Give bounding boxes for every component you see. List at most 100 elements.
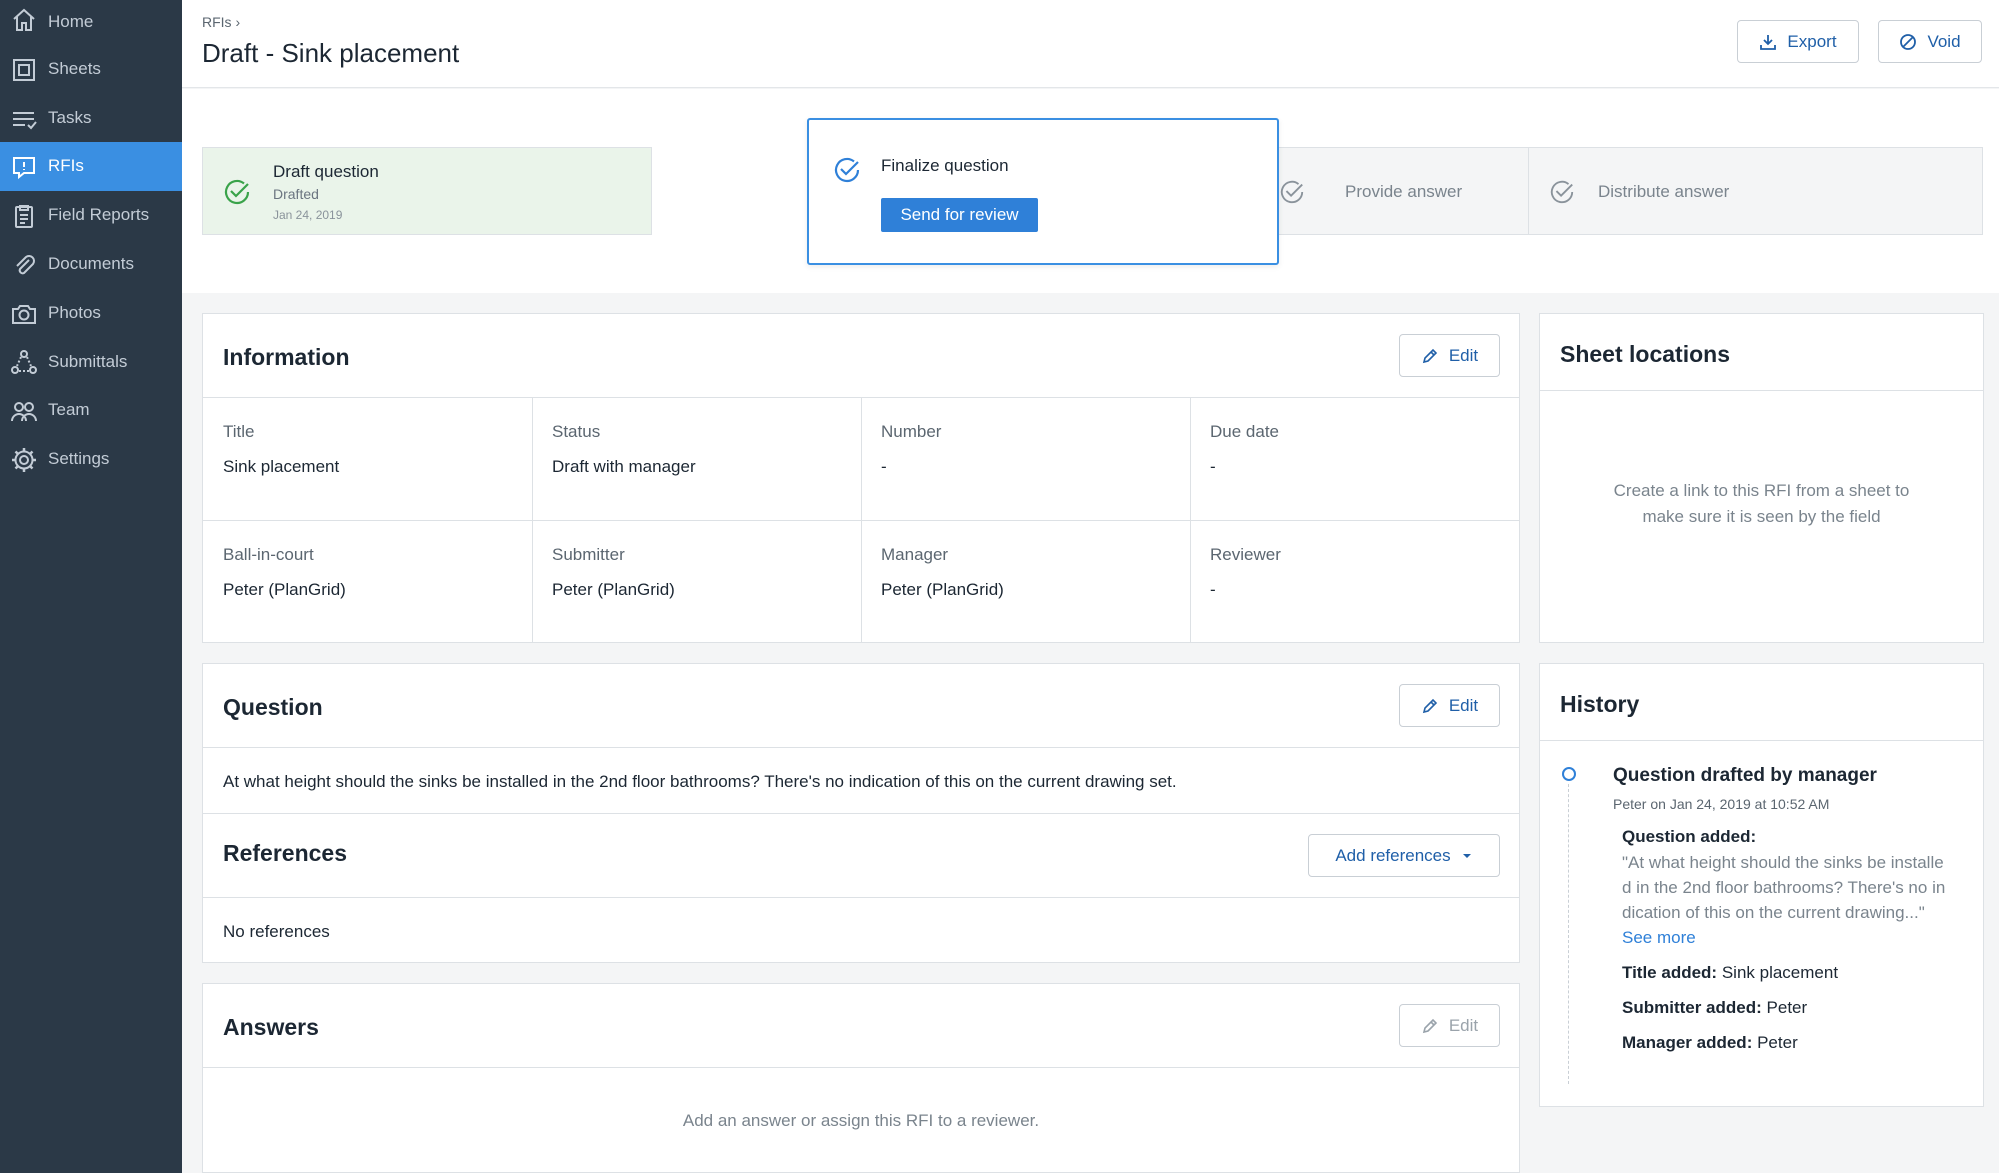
history-value: Sink placement	[1721, 963, 1839, 982]
export-label: Export	[1787, 31, 1837, 51]
card-title: Information	[223, 344, 350, 370]
step-status: Drafted	[273, 186, 319, 202]
pencil-icon	[1422, 1018, 1437, 1033]
edit-question-button[interactable]: Edit	[1399, 684, 1500, 727]
edit-label: Edit	[1448, 695, 1479, 715]
see-more-link[interactable]: See more	[1622, 928, 1696, 948]
history-manager-added: Manager added: Peter	[1622, 1033, 1798, 1053]
step-title: Distribute answer	[1598, 182, 1730, 201]
export-button[interactable]: Export	[1737, 20, 1859, 63]
sidebar-item-label: Sheets	[48, 59, 101, 78]
timeline-dot	[1562, 767, 1576, 781]
gear-icon	[12, 448, 36, 472]
sidebar-item-photos[interactable]: Photos	[0, 289, 182, 338]
sidebar-item-team[interactable]: Team	[0, 386, 182, 435]
camera-icon	[12, 305, 36, 324]
field-value-reviewer: -	[1210, 580, 1216, 599]
sidebar-item-home[interactable]: Home	[0, 0, 182, 42]
edit-label: Edit	[1448, 345, 1479, 365]
main-content: RFIs › Draft - Sink placement Export Voi…	[182, 0, 1999, 1173]
history-label: Submitter added:	[1622, 998, 1762, 1017]
sidebar-item-sheets[interactable]: Sheets	[0, 45, 182, 94]
download-icon	[1760, 34, 1777, 50]
edit-information-button[interactable]: Edit	[1399, 334, 1500, 377]
history-question-added-label: Question added:	[1622, 827, 1757, 846]
field-value-manager: Peter (PlanGrid)	[881, 580, 1004, 599]
breadcrumb[interactable]: RFIs ›	[202, 14, 240, 30]
step-draft-question[interactable]: Draft question Drafted Jan 24, 2019	[202, 147, 652, 235]
information-card: Information Edit Title Sink placement St…	[202, 313, 1520, 643]
sidebar-item-label: Settings	[48, 449, 110, 468]
sidebar-item-label: Home	[48, 12, 94, 31]
history-question-quote: dication of this on the current drawing.…	[1622, 903, 1925, 922]
sidebar-item-label: Photos	[48, 303, 101, 322]
field-label-due-date: Due date	[1210, 422, 1279, 441]
void-icon	[1900, 33, 1917, 50]
edit-label: Edit	[1448, 1015, 1479, 1035]
timeline-line	[1568, 784, 1569, 1084]
history-label: Manager added:	[1622, 1033, 1753, 1052]
team-icon	[11, 402, 37, 422]
step-title: Draft question	[273, 162, 379, 181]
paperclip-icon	[16, 255, 35, 275]
add-references-button[interactable]: Add references	[1308, 834, 1500, 877]
step-finalize-question: Finalize question Send for review	[807, 118, 1279, 265]
check-circle-icon	[1280, 180, 1304, 204]
send-for-review-button[interactable]: Send for review	[881, 198, 1038, 232]
check-circle-icon	[224, 179, 250, 205]
sidebar-item-label: Team	[48, 400, 90, 419]
sidebar-item-submittals[interactable]: Submittals	[0, 338, 182, 387]
edit-answers-button[interactable]: Edit	[1399, 1004, 1500, 1047]
card-title: History	[1560, 691, 1640, 717]
step-title: Provide answer	[1345, 182, 1463, 201]
sidebar-item-label: Documents	[48, 254, 134, 273]
sheets-icon	[13, 59, 35, 81]
sidebar: Home Sheets Tasks RFIs Field Reports Doc…	[0, 0, 182, 1173]
divider	[532, 397, 533, 643]
answers-card: Answers Edit Add an answer or assign thi…	[202, 983, 1520, 1173]
divider	[1540, 740, 1983, 741]
sidebar-item-rfis[interactable]: RFIs	[0, 142, 182, 191]
field-value-submitter: Peter (PlanGrid)	[552, 580, 675, 599]
add-references-label: Add references	[1335, 845, 1451, 865]
field-label-title: Title	[223, 422, 255, 441]
question-text: At what height should the sinks be insta…	[223, 772, 1177, 791]
sidebar-item-label: Field Reports	[48, 205, 150, 224]
void-label: Void	[1927, 31, 1961, 51]
step-date: Jan 24, 2019	[273, 208, 343, 222]
sidebar-item-label: Tasks	[48, 108, 92, 127]
divider	[203, 1067, 1519, 1068]
history-event-title: Question drafted by manager	[1613, 765, 1877, 786]
question-card: Question Edit At what height should the …	[202, 663, 1520, 963]
field-label-reviewer: Reviewer	[1210, 545, 1281, 564]
sidebar-item-tasks[interactable]: Tasks	[0, 94, 182, 143]
step-title: Finalize question	[881, 156, 1009, 175]
history-event-meta: Peter on Jan 24, 2019 at 10:52 AM	[1613, 796, 1830, 812]
check-circle-icon	[1550, 180, 1574, 204]
field-value-number: -	[881, 457, 887, 476]
clipboard-icon	[15, 205, 33, 228]
void-button[interactable]: Void	[1878, 20, 1982, 63]
step-distribute-answer[interactable]: Distribute answer	[1528, 147, 1983, 235]
sheet-locations-empty: make sure it is seen by the field	[1642, 507, 1881, 526]
sidebar-item-label: RFIs	[48, 156, 84, 175]
history-value: Peter	[1766, 998, 1808, 1017]
divider	[861, 397, 862, 643]
caret-down-icon	[1462, 853, 1471, 858]
field-label-ball-in-court: Ball-in-court	[223, 545, 314, 564]
divider	[1540, 390, 1983, 391]
card-title: References	[223, 840, 348, 866]
field-value-status: Draft with manager	[552, 457, 696, 476]
submittals-icon	[11, 350, 37, 374]
history-question-quote: "At what height should the sinks be inst…	[1622, 853, 1944, 872]
page-title: Draft - Sink placement	[202, 38, 460, 68]
sheet-locations-empty: Create a link to this RFI from a sheet t…	[1613, 481, 1910, 500]
divider	[203, 897, 1519, 898]
sidebar-item-field-reports[interactable]: Field Reports	[0, 191, 182, 240]
card-title: Answers	[223, 1014, 319, 1040]
divider	[1190, 397, 1191, 643]
sidebar-item-documents[interactable]: Documents	[0, 240, 182, 289]
sidebar-item-settings[interactable]: Settings	[0, 435, 182, 484]
card-title: Question	[223, 694, 323, 720]
pencil-icon	[1422, 348, 1437, 363]
